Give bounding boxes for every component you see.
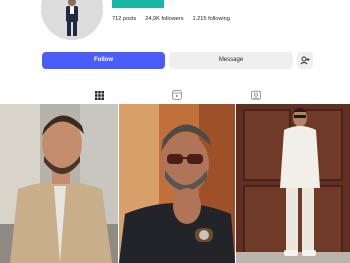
followers-count[interactable]: 24,9K followers [145,16,183,22]
highlight-strip [112,0,164,8]
profile-avatar[interactable] [41,0,103,40]
post-thumbnail[interactable] [119,104,235,263]
tagged-icon [251,90,261,100]
follow-button[interactable]: Follow [42,52,165,69]
profile-stats: 712 posts 24,9K followers 1.215 followin… [112,16,230,22]
suggest-user-button[interactable] [297,52,313,69]
tab-reels[interactable] [170,86,184,104]
message-button[interactable]: Message [169,52,293,69]
reels-icon [172,90,182,100]
tab-posts[interactable] [92,86,106,104]
profile-tabs [0,86,350,104]
grid-icon [94,90,104,100]
tab-tagged[interactable] [249,86,263,104]
profile-header: 712 posts 24,9K followers 1.215 followin… [0,0,350,46]
add-person-icon [300,56,310,65]
post-thumbnail[interactable] [236,104,350,263]
posts-count: 712 posts [112,16,137,22]
following-count[interactable]: 1.215 following [193,16,230,22]
post-thumbnail[interactable] [0,104,118,263]
posts-grid [0,104,350,263]
